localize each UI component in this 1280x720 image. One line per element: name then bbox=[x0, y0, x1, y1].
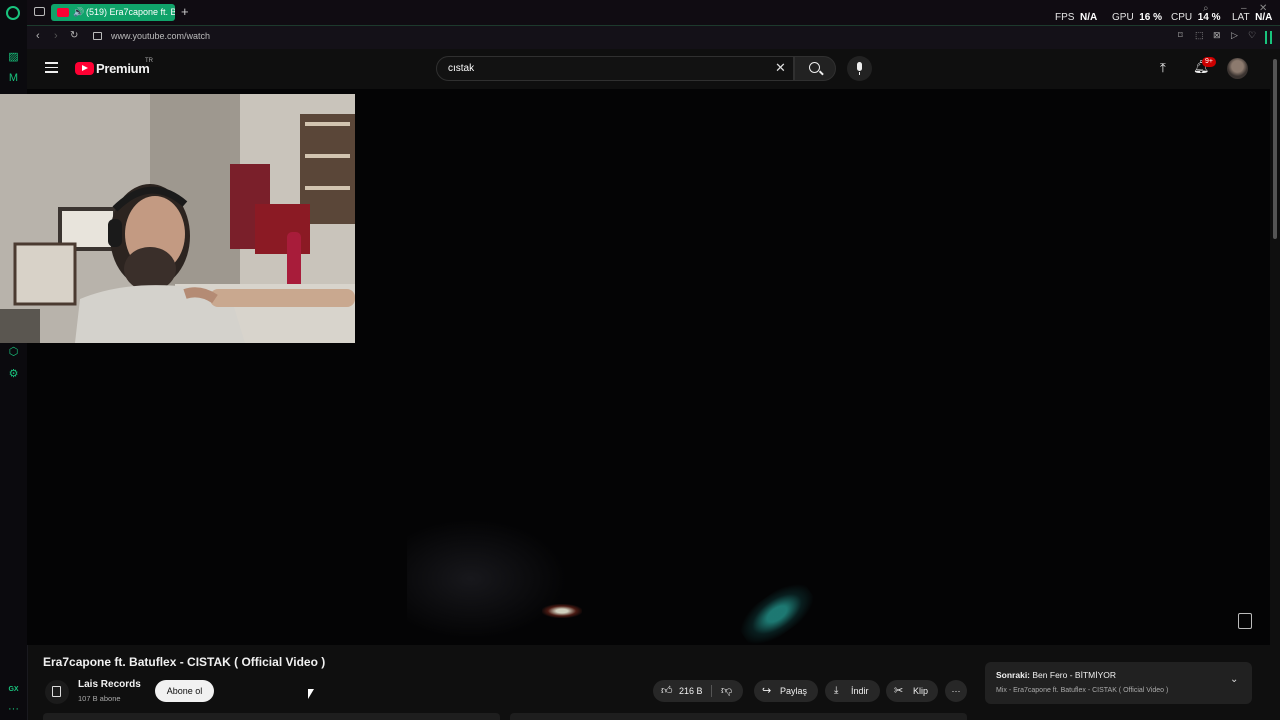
video-teal-light bbox=[732, 574, 822, 645]
search-button[interactable] bbox=[794, 56, 836, 81]
like-count[interactable]: 216 B bbox=[679, 680, 703, 702]
tab-active[interactable]: 🔊 (519) Era7capone ft. B bbox=[51, 4, 175, 21]
minimize-icon[interactable]: – bbox=[1241, 3, 1247, 14]
channel-name[interactable]: Lais Records bbox=[78, 679, 141, 690]
hamburger-menu-icon[interactable] bbox=[45, 62, 58, 73]
heart-icon[interactable]: ♡ bbox=[1248, 30, 1256, 41]
gpu-label: GPU bbox=[1112, 12, 1134, 23]
subscribe-button[interactable]: Abone ol bbox=[155, 680, 214, 702]
gpu-stat: GPU 16 % bbox=[1112, 12, 1162, 23]
fps-value: N/A bbox=[1080, 12, 1098, 23]
url-field[interactable]: www.youtube.com/watch bbox=[111, 31, 210, 41]
next-up-subtitle: Mix - Era7capone ft. Batuflex - CISTAK (… bbox=[996, 687, 1169, 694]
opera-gx-logo-icon[interactable] bbox=[6, 6, 20, 20]
notification-badge: 9+ bbox=[1202, 57, 1216, 67]
address-bar: ‹ › ↻ www.youtube.com/watch ⌑ ⬚ ⊠ ▷ ♡ bbox=[27, 25, 1280, 50]
tab-overview-icon[interactable] bbox=[34, 7, 45, 16]
voice-search-button[interactable] bbox=[847, 56, 872, 81]
description-panel-edge bbox=[510, 713, 967, 720]
share-icon: ↪ bbox=[762, 685, 772, 697]
dislike-icon[interactable]: 👎︎ bbox=[721, 680, 732, 702]
subscriber-count: 107 B abone bbox=[78, 694, 121, 703]
webcam-scene bbox=[0, 94, 355, 343]
back-icon[interactable]: ‹ bbox=[36, 30, 40, 42]
region-code: TR bbox=[145, 58, 153, 64]
download-icon: ⤓ bbox=[834, 685, 839, 696]
adblock-icon[interactable]: ⊠ bbox=[1213, 30, 1221, 41]
upload-icon[interactable]: ⤒ bbox=[1160, 60, 1166, 76]
youtube-header: Premium TR cıstak ✕ ⤒ 🔔︎ 9+ bbox=[27, 49, 1270, 89]
clip-label: Klip bbox=[913, 686, 929, 696]
snapshot-icon[interactable]: ⬚ bbox=[1195, 30, 1204, 41]
new-tab-plus-icon[interactable]: + bbox=[181, 4, 189, 19]
lais-records-logo-icon bbox=[52, 686, 61, 697]
bookmark-icon[interactable]: ⌑ bbox=[1178, 30, 1183, 41]
next-up-title: Ben Fero - BİTMİYOR bbox=[1032, 670, 1116, 680]
next-up-card[interactable]: Sonraki: Ben Fero - BİTMİYOR Mix - Era7c… bbox=[985, 662, 1252, 704]
reload-icon[interactable]: ↻ bbox=[70, 30, 78, 41]
video-light-spot bbox=[542, 604, 582, 618]
gx-accent-bar-icon bbox=[1270, 31, 1272, 44]
microphone-stand-icon bbox=[859, 72, 860, 75]
more-icon[interactable]: ··· bbox=[7, 703, 20, 716]
cpu-label: CPU bbox=[1171, 12, 1193, 23]
gx-label: GX bbox=[8, 686, 19, 693]
youtube-favicon-icon bbox=[57, 8, 69, 17]
download-label: İndir bbox=[851, 686, 869, 696]
next-up-prefix: Sonraki: bbox=[996, 670, 1031, 680]
account-avatar[interactable] bbox=[1227, 58, 1248, 79]
channel-avatar[interactable] bbox=[45, 680, 69, 704]
scrollbar-thumb[interactable] bbox=[1273, 59, 1277, 239]
clip-button[interactable]: ✂ Klip bbox=[886, 680, 938, 702]
video-scene-glow bbox=[407, 519, 567, 639]
share-label: Paylaş bbox=[780, 686, 808, 696]
search-input[interactable]: cıstak bbox=[448, 63, 474, 74]
scissors-icon: ✂ bbox=[894, 685, 904, 697]
forward-icon[interactable]: › bbox=[54, 30, 58, 42]
speaker-icon[interactable]: 🔊 bbox=[73, 4, 84, 21]
close-window-icon[interactable]: ✕ bbox=[1259, 3, 1267, 14]
more-actions-button[interactable]: ··· bbox=[945, 680, 967, 702]
youtube-logo-icon[interactable] bbox=[75, 62, 94, 75]
search-box: cıstak ✕ bbox=[436, 56, 794, 81]
like-dislike-group: 👍︎ 216 B 👎︎ bbox=[653, 680, 743, 702]
cpu-stat: CPU 14 % bbox=[1171, 12, 1220, 23]
tab-bar: 🔊 (519) Era7capone ft. B + FPS N/A GPU 1… bbox=[27, 0, 1280, 25]
tab-title: (519) Era7capone ft. B bbox=[86, 7, 175, 17]
fps-stat: FPS N/A bbox=[1055, 12, 1097, 23]
like-divider bbox=[711, 685, 712, 697]
search-tabs-icon[interactable]: ⌕ bbox=[1203, 3, 1209, 14]
gx-control-icon[interactable]: ⬡ bbox=[7, 346, 20, 359]
youtube-logo-text[interactable]: Premium bbox=[96, 61, 150, 76]
chevron-down-icon[interactable]: ⌄ bbox=[1230, 674, 1238, 685]
play-icon[interactable]: ▷ bbox=[1231, 30, 1238, 41]
gpu-value: 16 % bbox=[1139, 12, 1163, 23]
video-title: Era7capone ft. Batuflex - CISTAK ( Offic… bbox=[43, 655, 326, 669]
settings-gear-icon[interactable]: ⚙ bbox=[7, 368, 20, 381]
search-icon-handle bbox=[819, 70, 824, 76]
player-icon[interactable]: ▨ bbox=[7, 51, 20, 64]
share-button[interactable]: ↪ Paylaş bbox=[754, 680, 818, 702]
next-up-heading: Sonraki: Ben Fero - BİTMİYOR bbox=[996, 670, 1116, 680]
like-icon[interactable]: 👍︎ bbox=[661, 680, 673, 702]
gx-accent-bar-icon bbox=[1265, 31, 1267, 44]
fps-label: FPS bbox=[1055, 12, 1075, 23]
clear-search-icon[interactable]: ✕ bbox=[775, 60, 786, 76]
comments-panel-edge bbox=[43, 713, 500, 720]
page-scrollbar[interactable] bbox=[1270, 49, 1280, 720]
lock-icon[interactable] bbox=[93, 32, 102, 40]
microphone-icon bbox=[857, 62, 862, 71]
cpu-value: 14 % bbox=[1197, 12, 1221, 23]
streamer-webcam-overlay bbox=[0, 94, 355, 343]
download-button[interactable]: ⤓ İndir bbox=[825, 680, 880, 702]
mouse-cursor-icon bbox=[308, 689, 314, 699]
channel-watermark-icon[interactable] bbox=[1238, 613, 1252, 629]
messenger-icon[interactable]: M bbox=[7, 72, 20, 85]
